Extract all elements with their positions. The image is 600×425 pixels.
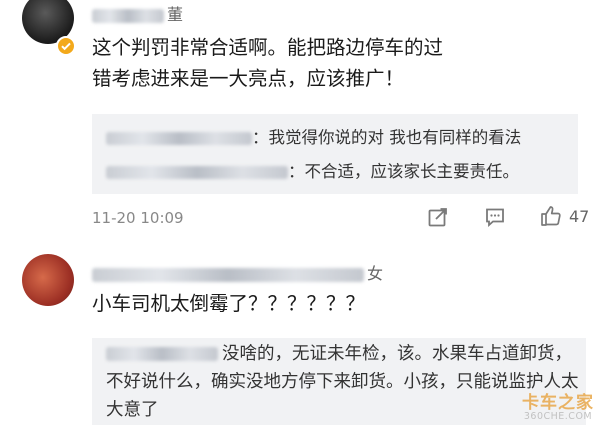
reply-box[interactable]: 没啥的，无证未年检，该。水果车占道卸货，不好说什么，确实没地方停下来卸货。小孩，… bbox=[92, 338, 586, 425]
reply-item: ：我觉得你说的对 我也有同样的看法 bbox=[106, 124, 521, 148]
reply-item: ：不合适，应该家长主要责任。 bbox=[106, 158, 519, 182]
username[interactable]: 女 bbox=[92, 260, 383, 284]
comment-text: 这个判罚非常合适啊。能把路边停车的过错考虑进来是一大亮点，应该推广！ bbox=[92, 36, 444, 90]
reply-text: 没啥的，无证未年检，该。水果车占道卸货，不好说什么，确实没地方停下来卸货。小孩，… bbox=[106, 344, 579, 420]
timestamp: 11-20 10:09 bbox=[92, 209, 184, 227]
share-icon[interactable] bbox=[427, 206, 449, 232]
reply-box[interactable]: ：我觉得你说的对 我也有同样的看法 ：不合适，应该家长主要责任。 bbox=[92, 114, 578, 194]
reply-author-blurred[interactable] bbox=[106, 166, 288, 179]
comment-icon[interactable] bbox=[484, 206, 506, 232]
username-visible-part: 女 bbox=[367, 264, 384, 283]
watermark-sub: 360CHE.COM bbox=[523, 411, 593, 422]
avatar[interactable] bbox=[22, 254, 74, 306]
comment-card-2: 女 小车司机太倒霉了？？？？？？ 没啥的，无证未年检，该。水果车占道卸货，不好说… bbox=[0, 250, 600, 425]
reply-text: ：不合适，应该家长主要责任。 bbox=[288, 162, 519, 181]
comment-text: 小车司机太倒霉了？？？？？？ bbox=[92, 292, 366, 315]
verified-badge-icon bbox=[56, 36, 76, 56]
reply-author-blurred[interactable] bbox=[106, 132, 252, 145]
thumbs-up-icon[interactable] bbox=[539, 204, 563, 232]
watermark-main: 卡车之家 bbox=[522, 393, 594, 413]
like-count: 47 bbox=[569, 207, 590, 226]
watermark-logo: 卡车之家 360CHE.COM bbox=[522, 388, 594, 422]
reply-text: ：我觉得你说的对 我也有同样的看法 bbox=[252, 128, 522, 147]
comment-card-1: 董 这个判罚非常合适啊。能把路边停车的过错考虑进来是一大亮点，应该推广！ ：我觉… bbox=[0, 0, 600, 238]
username[interactable]: 董 bbox=[92, 1, 183, 25]
username-visible-part: 董 bbox=[167, 5, 184, 24]
